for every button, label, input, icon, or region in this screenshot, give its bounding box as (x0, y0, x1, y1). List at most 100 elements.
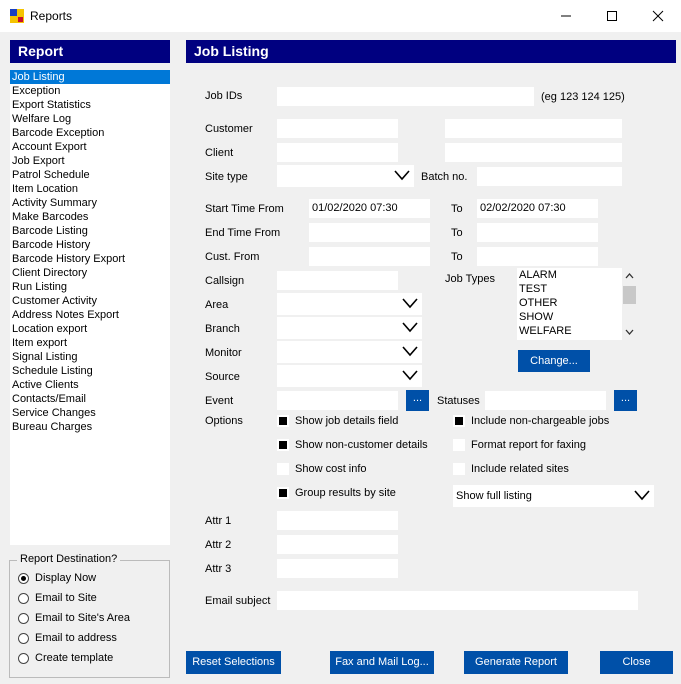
client-input[interactable] (277, 143, 398, 162)
batch-no-input[interactable] (477, 167, 622, 186)
report-list-item[interactable]: Client Directory (10, 266, 170, 280)
report-list-item[interactable]: Item Location (10, 182, 170, 196)
group-by-site-checkbox[interactable] (277, 487, 289, 499)
job-type-item[interactable]: ALARM (517, 268, 622, 282)
job-types-label: Job Types (445, 273, 495, 285)
change-job-types-button[interactable]: Change... (518, 350, 590, 372)
report-list[interactable]: Job Listing Exception Export Statistics Wel… (10, 70, 170, 545)
report-destination-title: Report Destination? (17, 553, 121, 565)
monitor-select[interactable] (277, 341, 422, 363)
report-list-item[interactable]: Schedule Listing (10, 364, 170, 378)
reset-selections-button[interactable]: Reset Selections (186, 651, 281, 674)
report-list-item[interactable]: Export Statistics (10, 98, 170, 112)
report-list-item[interactable]: Customer Activity (10, 294, 170, 308)
include-non-chargeable-checkbox[interactable] (453, 415, 465, 427)
destination-radio[interactable] (18, 633, 29, 644)
branch-select[interactable] (277, 317, 422, 339)
report-list-item[interactable]: Job Listing (10, 70, 170, 84)
job-ids-label: Job IDs (205, 90, 243, 102)
report-list-item[interactable]: Signal Listing (10, 350, 170, 364)
report-list-item[interactable]: Exception (10, 84, 170, 98)
site-type-select[interactable] (277, 165, 414, 187)
report-list-item[interactable]: Item export (10, 336, 170, 350)
attr3-input[interactable] (277, 559, 398, 578)
source-select[interactable] (277, 365, 422, 387)
fax-mail-log-button[interactable]: Fax and Mail Log... (330, 651, 434, 674)
job-type-item[interactable]: WELFARE (517, 324, 622, 338)
site-type-label: Site type (205, 171, 248, 183)
report-list-item[interactable]: Activity Summary (10, 196, 170, 210)
end-time-to-input[interactable] (477, 223, 598, 242)
job-type-item[interactable]: OTHER (517, 296, 622, 310)
email-subject-input[interactable] (277, 591, 638, 610)
end-to-label: To (451, 227, 463, 239)
customer-label: Customer (205, 123, 253, 135)
report-list-item[interactable]: Contacts/Email (10, 392, 170, 406)
report-list-item[interactable]: Location export (10, 322, 170, 336)
report-list-item[interactable]: Job Export (10, 154, 170, 168)
close-window-button[interactable] (635, 0, 681, 32)
area-label: Area (205, 299, 229, 311)
scroll-thumb[interactable] (623, 286, 636, 304)
chevron-down-icon (394, 170, 410, 181)
report-list-item[interactable]: Make Barcodes (10, 210, 170, 224)
show-non-customer-label: Show non-customer details (295, 439, 428, 451)
cust-from-input[interactable] (309, 247, 430, 266)
report-panel-header: Report (10, 40, 170, 63)
event-input[interactable] (277, 391, 398, 410)
job-type-item[interactable]: TEST (517, 282, 622, 296)
destination-radio[interactable] (18, 653, 29, 664)
job-listing-header: Job Listing (186, 40, 676, 63)
start-time-from-input[interactable]: 01/02/2020 07:30 (309, 199, 430, 218)
include-related-checkbox[interactable] (453, 463, 465, 475)
options-label: Options (205, 415, 243, 427)
report-list-item[interactable]: Address Notes Export (10, 308, 170, 322)
destination-radio[interactable] (18, 573, 29, 584)
chevron-down-icon (402, 346, 418, 357)
job-ids-input[interactable] (277, 87, 534, 106)
callsign-input[interactable] (277, 271, 398, 290)
minimize-button[interactable] (543, 0, 589, 32)
attr2-input[interactable] (277, 535, 398, 554)
include-related-label: Include related sites (471, 463, 569, 475)
report-list-item[interactable]: Barcode Exception (10, 126, 170, 140)
show-cost-info-checkbox[interactable] (277, 463, 289, 475)
job-types-list[interactable]: ALARM TEST OTHER SHOW WELFARE (517, 268, 622, 340)
report-list-item[interactable]: Run Listing (10, 280, 170, 294)
destination-radio[interactable] (18, 593, 29, 604)
cust-to-input[interactable] (477, 247, 598, 266)
report-list-item[interactable]: Service Changes (10, 406, 170, 420)
job-types-scrollbar[interactable] (622, 268, 637, 340)
format-faxing-checkbox[interactable] (453, 439, 465, 451)
scroll-up-icon (625, 273, 634, 279)
report-list-item[interactable]: Patrol Schedule (10, 168, 170, 182)
customer-name-input[interactable] (445, 119, 622, 138)
destination-radio[interactable] (18, 613, 29, 624)
report-list-item[interactable]: Bureau Charges (10, 420, 170, 434)
generate-report-button[interactable]: Generate Report (464, 651, 568, 674)
job-type-item[interactable]: SHOW (517, 310, 622, 324)
show-job-details-checkbox[interactable] (277, 415, 289, 427)
start-time-to-input[interactable]: 02/02/2020 07:30 (477, 199, 598, 218)
client-name-input[interactable] (445, 143, 622, 162)
customer-input[interactable] (277, 119, 398, 138)
report-list-item[interactable]: Welfare Log (10, 112, 170, 126)
listing-mode-select[interactable]: Show full listing (453, 485, 654, 507)
report-list-item[interactable]: Account Export (10, 140, 170, 154)
attr1-input[interactable] (277, 511, 398, 530)
report-list-item[interactable]: Barcode Listing (10, 224, 170, 238)
close-button[interactable]: Close (600, 651, 673, 674)
destination-option-label: Email to Site (35, 592, 97, 604)
report-list-item[interactable]: Barcode History (10, 238, 170, 252)
end-time-from-input[interactable] (309, 223, 430, 242)
show-non-customer-checkbox[interactable] (277, 439, 289, 451)
group-by-site-label: Group results by site (295, 487, 396, 499)
event-browse-button[interactable]: ... (406, 390, 429, 411)
maximize-button[interactable] (589, 0, 635, 32)
area-select[interactable] (277, 293, 422, 315)
report-list-item[interactable]: Barcode History Export (10, 252, 170, 266)
statuses-input[interactable] (485, 391, 606, 410)
report-list-item[interactable]: Active Clients (10, 378, 170, 392)
attr1-label: Attr 1 (205, 515, 232, 527)
statuses-browse-button[interactable]: ... (614, 390, 637, 411)
